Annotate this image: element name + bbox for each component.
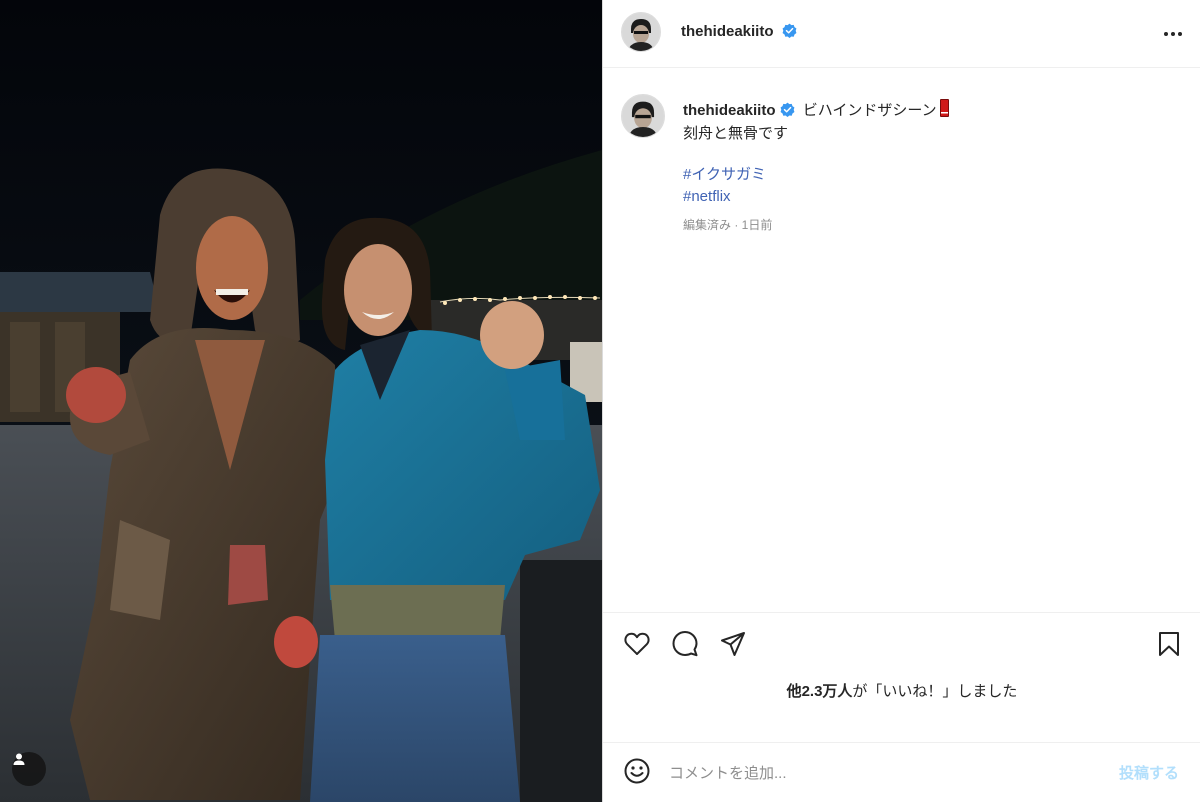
caption-body: 刻舟と無骨です: [683, 125, 789, 142]
caption-author-avatar[interactable]: [621, 94, 665, 138]
hashtag-list: #イクサガミ #netflix: [683, 164, 1173, 208]
likes-suffix: が「いいね！」しました: [852, 683, 1018, 700]
hashtag-link[interactable]: #イクサガミ: [683, 164, 1173, 186]
caption-title: ビハインドザシーン: [802, 102, 937, 119]
post-caption: thehideakiito ビハインドザシーン 刻舟と無骨です #イクサガミ #…: [683, 99, 1173, 237]
author-username[interactable]: thehideakiito: [681, 23, 797, 40]
post-photo[interactable]: [0, 0, 602, 802]
avatar-portrait: [622, 95, 664, 137]
photo-illustration: [0, 0, 602, 802]
verified-badge-icon: [782, 23, 797, 38]
emoji-icon[interactable]: [623, 757, 651, 785]
user-icon: [13, 753, 25, 765]
post-comment-button[interactable]: 投稿する: [1119, 762, 1179, 783]
comment-icon[interactable]: [671, 630, 699, 658]
action-bar: [603, 612, 1200, 672]
post-header: thehideakiito: [603, 0, 1200, 68]
share-icon[interactable]: [719, 630, 747, 658]
hashtag-link[interactable]: #netflix: [683, 186, 1173, 208]
avatar-portrait: [622, 13, 660, 51]
tagged-users-button[interactable]: [12, 752, 46, 786]
heart-icon[interactable]: [623, 630, 651, 658]
post-meta: 編集済み · 1日前: [683, 218, 773, 232]
exclamation-emoji-icon: [939, 99, 949, 117]
comment-input[interactable]: [667, 759, 1091, 787]
likes-count: 他2.3万人: [786, 683, 853, 700]
post-details-panel: thehideakiito thehideakiito ビハインドザシーン 刻舟…: [602, 0, 1200, 802]
verified-badge-icon: [780, 102, 794, 117]
comment-bar: 投稿する: [603, 742, 1200, 802]
author-avatar[interactable]: [621, 12, 661, 52]
likes-summary[interactable]: 他2.3万人が「いいね！」しました: [603, 680, 1200, 701]
bookmark-icon[interactable]: [1155, 630, 1183, 658]
more-options-icon[interactable]: [1161, 22, 1185, 46]
caption-username[interactable]: thehideakiito: [683, 102, 795, 119]
